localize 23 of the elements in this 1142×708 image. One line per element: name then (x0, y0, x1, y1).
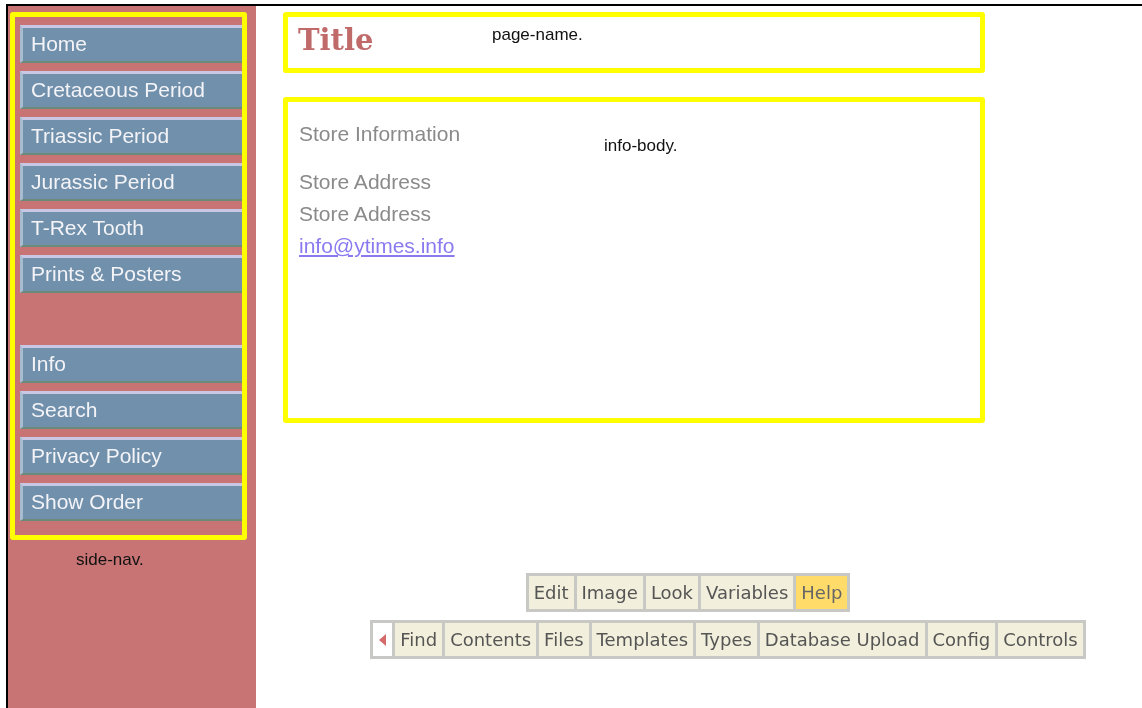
toolbar-tab[interactable]: Config (927, 623, 996, 656)
back-button[interactable] (373, 623, 393, 656)
toolbar-tab[interactable]: Edit (528, 576, 574, 609)
toolbar-tab[interactable]: Image (576, 576, 643, 609)
side-nav-label: side-nav. (76, 550, 144, 570)
toolbar-tab[interactable]: Files (539, 623, 589, 656)
page-title: Title (298, 23, 375, 57)
store-address: Store Address (299, 201, 432, 227)
toolbar-tab[interactable]: Contents (445, 623, 537, 656)
toolbar-tab[interactable]: Look (645, 576, 699, 609)
store-heading: Store Information (299, 121, 462, 147)
toolbar-tab[interactable]: Find (395, 623, 443, 656)
left-arrow-icon (379, 632, 387, 647)
toolbar-tab[interactable]: Controls (998, 623, 1083, 656)
store-address: Store Address (299, 169, 432, 195)
info-body-label: info-body. (604, 136, 678, 157)
page-name-label: page-name. (492, 25, 583, 45)
toolbar-tab[interactable]: Types (696, 623, 757, 656)
toolbar-tab[interactable]: Help (796, 576, 848, 609)
toolbar-tab[interactable]: Database Upload (759, 623, 925, 656)
toolbar-tab[interactable]: Variables (701, 576, 794, 609)
toolbar-tab[interactable]: Templates (591, 623, 694, 656)
email-link[interactable]: info@ytimes.info (299, 234, 455, 257)
